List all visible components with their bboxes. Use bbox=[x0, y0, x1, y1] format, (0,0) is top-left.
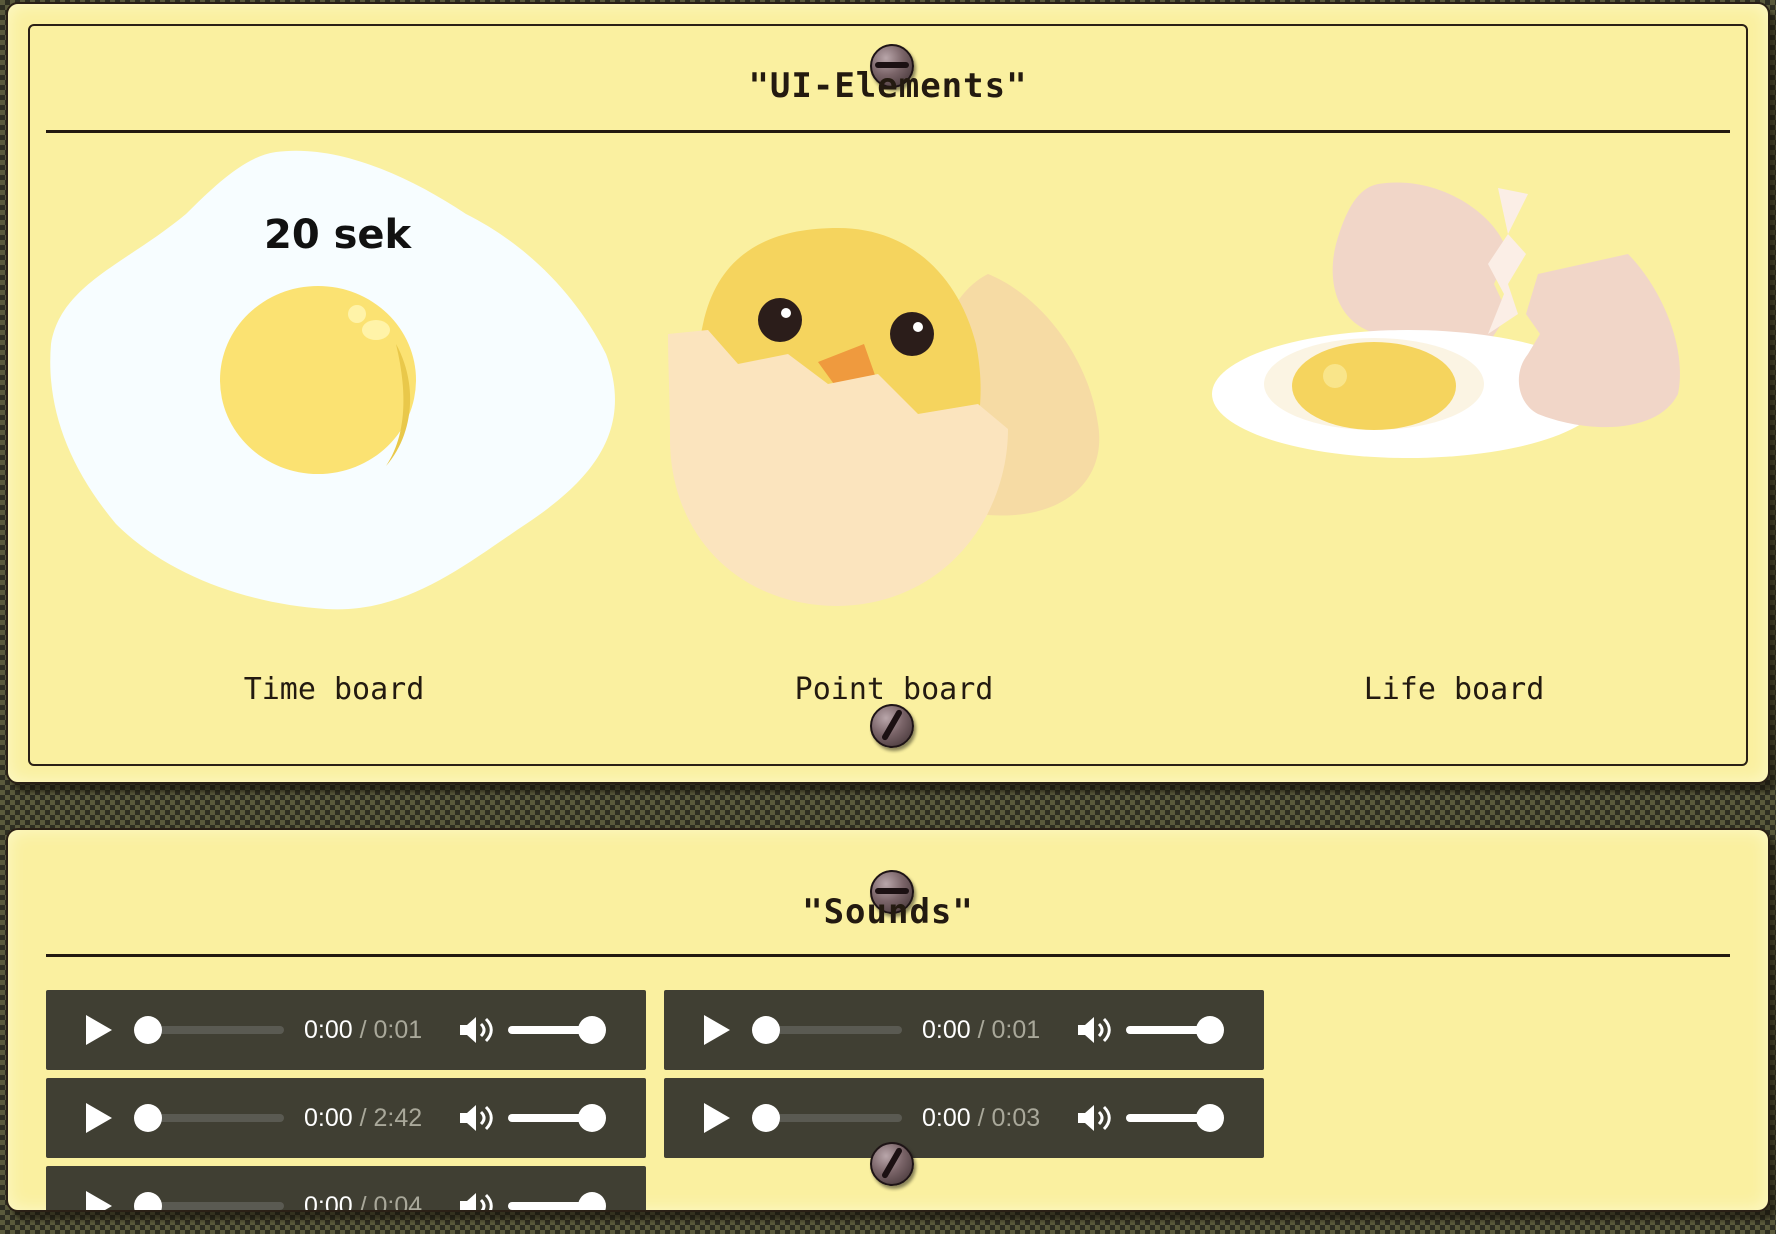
volume-slider[interactable] bbox=[1126, 1016, 1224, 1044]
audio-player[interactable]: 0:00 / 0:04 bbox=[46, 1166, 646, 1212]
ui-elements-panel: "UI-Elements" 20 sek Time board Point bo… bbox=[6, 2, 1770, 784]
seek-slider[interactable] bbox=[752, 1104, 902, 1132]
play-icon[interactable] bbox=[86, 1015, 112, 1045]
timer-display: 20 sek bbox=[264, 212, 412, 258]
volume-slider[interactable] bbox=[508, 1104, 606, 1132]
play-icon[interactable] bbox=[86, 1103, 112, 1133]
ui-elements-title: "UI-Elements" bbox=[748, 66, 1028, 106]
seek-slider[interactable] bbox=[134, 1104, 284, 1132]
volume-slider[interactable] bbox=[508, 1016, 606, 1044]
audio-player[interactable]: 0:00 / 0:01 bbox=[46, 990, 646, 1070]
play-icon[interactable] bbox=[86, 1191, 112, 1210]
volume-icon[interactable] bbox=[458, 1014, 494, 1046]
broken-egg-icon bbox=[1212, 182, 1680, 458]
volume-slider[interactable] bbox=[508, 1192, 606, 1210]
volume-icon[interactable] bbox=[1076, 1014, 1112, 1046]
life-board-label: Life board bbox=[1363, 672, 1545, 707]
point-board-label: Point board bbox=[794, 672, 994, 707]
seek-slider[interactable] bbox=[134, 1016, 284, 1044]
play-icon[interactable] bbox=[704, 1103, 730, 1133]
time-readout: 0:00 / 0:03 bbox=[922, 1103, 1041, 1132]
sounds-title: "Sounds" bbox=[802, 892, 974, 932]
time-readout: 0:00 / 0:01 bbox=[922, 1015, 1041, 1044]
volume-icon[interactable] bbox=[458, 1102, 494, 1134]
screw-icon bbox=[870, 704, 914, 748]
time-readout: 0:00 / 0:01 bbox=[304, 1015, 423, 1044]
title-divider bbox=[46, 954, 1730, 957]
screw-icon bbox=[870, 1142, 914, 1186]
audio-player[interactable]: 0:00 / 0:01 bbox=[664, 990, 1264, 1070]
volume-slider[interactable] bbox=[1126, 1104, 1224, 1132]
hatching-chick-icon bbox=[668, 228, 1100, 606]
time-board-label: Time board bbox=[243, 672, 425, 707]
time-readout: 0:00 / 0:04 bbox=[304, 1191, 423, 1212]
seek-slider[interactable] bbox=[134, 1192, 284, 1210]
audio-player[interactable]: 0:00 / 0:03 bbox=[664, 1078, 1264, 1158]
time-readout: 0:00 / 2:42 bbox=[304, 1103, 423, 1132]
title-divider bbox=[46, 130, 1730, 133]
play-icon[interactable] bbox=[704, 1015, 730, 1045]
volume-icon[interactable] bbox=[1076, 1102, 1112, 1134]
volume-icon[interactable] bbox=[458, 1190, 494, 1212]
audio-player[interactable]: 0:00 / 2:42 bbox=[46, 1078, 646, 1158]
sounds-panel: "Sounds" 0:00 / 0:01 0:00 / 0:01 0:00 / … bbox=[6, 828, 1770, 1212]
seek-slider[interactable] bbox=[752, 1016, 902, 1044]
